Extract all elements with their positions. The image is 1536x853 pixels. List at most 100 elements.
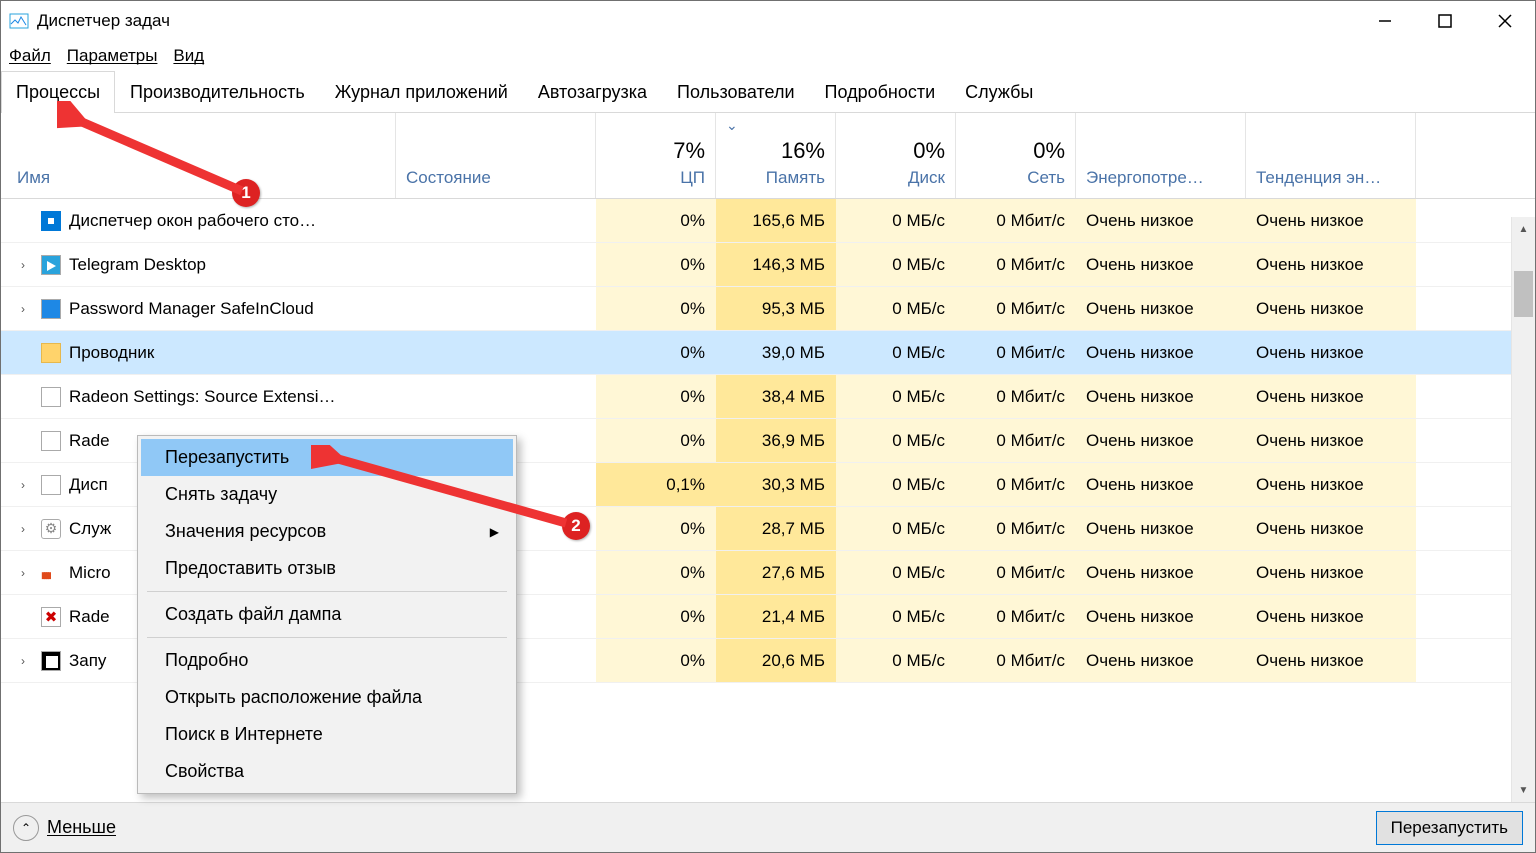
cell-mem: 30,3 МБ [716, 463, 836, 506]
cell-power: Очень низкое [1076, 595, 1246, 638]
process-name: Дисп [69, 475, 108, 495]
col-status[interactable]: Состояние [396, 113, 596, 198]
expand-chevron-icon[interactable]: › [21, 654, 33, 668]
context-menu: ПерезапуститьСнять задачуЗначения ресурс… [137, 435, 517, 794]
sort-indicator-icon: ⌄ [726, 117, 738, 134]
process-name: Диспетчер окон рабочего сто… [69, 211, 316, 231]
fewer-details-button[interactable]: ⌃ Меньше [13, 815, 116, 841]
cell-mem: 27,6 МБ [716, 551, 836, 594]
cell-disk: 0 МБ/с [836, 639, 956, 682]
expand-chevron-icon[interactable]: › [21, 302, 33, 316]
restart-button[interactable]: Перезапустить [1376, 811, 1523, 845]
cell-cpu: 0,1% [596, 463, 716, 506]
col-mem[interactable]: ⌄16%Память [716, 113, 836, 198]
tab-4[interactable]: Пользователи [662, 71, 809, 113]
bottom-bar: ⌃ Меньше Перезапустить [1, 802, 1535, 852]
col-disk[interactable]: 0%Диск [836, 113, 956, 198]
process-icon [41, 211, 61, 231]
cell-net: 0 Мбит/с [956, 507, 1076, 550]
process-row[interactable]: ›Password Manager SafeInCloud0%95,3 МБ0 … [1, 287, 1535, 331]
cell-cpu: 0% [596, 595, 716, 638]
process-icon [41, 343, 61, 363]
process-row[interactable]: Диспетчер окон рабочего сто… 0%165,6 МБ0 … [1, 199, 1535, 243]
maximize-button[interactable] [1415, 1, 1475, 41]
process-name: Rade [69, 431, 110, 451]
app-icon [9, 11, 29, 31]
context-item[interactable]: Подробно [141, 642, 513, 679]
cell-power: Очень низкое [1076, 419, 1246, 462]
tab-3[interactable]: Автозагрузка [523, 71, 662, 113]
context-item[interactable]: Перезапустить [141, 439, 513, 476]
tab-6[interactable]: Службы [950, 71, 1048, 113]
minimize-button[interactable] [1355, 1, 1415, 41]
cell-cpu: 0% [596, 639, 716, 682]
cell-cpu: 0% [596, 199, 716, 242]
process-name: Telegram Desktop [69, 255, 206, 275]
context-item[interactable]: Открыть расположение файла [141, 679, 513, 716]
cell-power: Очень низкое [1076, 287, 1246, 330]
menubar: Файл Параметры Вид [1, 41, 1535, 71]
process-name: Проводник [69, 343, 154, 363]
process-row[interactable]: Проводник0%39,0 МБ0 МБ/с0 Мбит/сОчень ни… [1, 331, 1535, 375]
cell-trend: Очень низкое [1246, 463, 1416, 506]
cell-mem: 95,3 МБ [716, 287, 836, 330]
col-trend[interactable]: Тенденция эн… [1246, 113, 1416, 198]
vertical-scrollbar[interactable]: ▲ ▼ [1511, 217, 1535, 802]
process-name: Radeon Settings: Source Extensi… [69, 387, 335, 407]
expand-chevron-icon[interactable]: › [21, 522, 33, 536]
process-name: Запу [69, 651, 106, 671]
cell-cpu: 0% [596, 331, 716, 374]
process-name: Rade [69, 607, 110, 627]
cell-mem: 38,4 МБ [716, 375, 836, 418]
cell-net: 0 Мбит/с [956, 331, 1076, 374]
cell-trend: Очень низкое [1246, 375, 1416, 418]
scroll-up-icon[interactable]: ▲ [1512, 217, 1535, 241]
process-row[interactable]: ›Telegram Desktop0%146,3 МБ0 МБ/с0 Мбит/… [1, 243, 1535, 287]
expand-chevron-icon[interactable]: › [21, 258, 33, 272]
process-icon [41, 475, 61, 495]
col-name[interactable]: Имя [1, 113, 396, 198]
col-net[interactable]: 0%Сеть [956, 113, 1076, 198]
cell-disk: 0 МБ/с [836, 199, 956, 242]
context-separator [147, 637, 507, 638]
context-item[interactable]: Поиск в Интернете [141, 716, 513, 753]
context-item[interactable]: Предоставить отзыв [141, 550, 513, 587]
cell-mem: 165,6 МБ [716, 199, 836, 242]
col-power[interactable]: Энергопотре… [1076, 113, 1246, 198]
context-item[interactable]: Создать файл дампа [141, 596, 513, 633]
menu-file[interactable]: Файл [9, 46, 51, 66]
cell-power: Очень низкое [1076, 463, 1246, 506]
cell-power: Очень низкое [1076, 199, 1246, 242]
tab-0[interactable]: Процессы [1, 71, 115, 113]
cell-disk: 0 МБ/с [836, 331, 956, 374]
cell-power: Очень низкое [1076, 551, 1246, 594]
close-button[interactable] [1475, 1, 1535, 41]
scroll-thumb[interactable] [1514, 271, 1533, 317]
col-cpu[interactable]: 7%ЦП [596, 113, 716, 198]
context-item[interactable]: Значения ресурсов▶ [141, 513, 513, 550]
titlebar[interactable]: Диспетчер задач [1, 1, 1535, 41]
process-icon [41, 255, 61, 275]
context-item[interactable]: Снять задачу [141, 476, 513, 513]
cell-mem: 146,3 МБ [716, 243, 836, 286]
menu-options[interactable]: Параметры [67, 46, 158, 66]
submenu-arrow-icon: ▶ [490, 525, 499, 539]
cell-cpu: 0% [596, 419, 716, 462]
tab-5[interactable]: Подробности [810, 71, 951, 113]
process-row[interactable]: Radeon Settings: Source Extensi…0%38,4 М… [1, 375, 1535, 419]
cell-cpu: 0% [596, 243, 716, 286]
tab-bar: ПроцессыПроизводительностьЖурнал приложе… [1, 71, 1535, 113]
tab-2[interactable]: Журнал приложений [320, 71, 523, 113]
cell-mem: 21,4 МБ [716, 595, 836, 638]
cell-trend: Очень низкое [1246, 551, 1416, 594]
cell-trend: Очень низкое [1246, 287, 1416, 330]
menu-view[interactable]: Вид [173, 46, 204, 66]
scroll-down-icon[interactable]: ▼ [1512, 778, 1535, 802]
context-item[interactable]: Свойства [141, 753, 513, 790]
cell-mem: 39,0 МБ [716, 331, 836, 374]
tab-1[interactable]: Производительность [115, 71, 320, 113]
expand-chevron-icon[interactable]: › [21, 478, 33, 492]
process-icon [41, 563, 61, 583]
expand-chevron-icon[interactable]: › [21, 566, 33, 580]
cell-disk: 0 МБ/с [836, 507, 956, 550]
